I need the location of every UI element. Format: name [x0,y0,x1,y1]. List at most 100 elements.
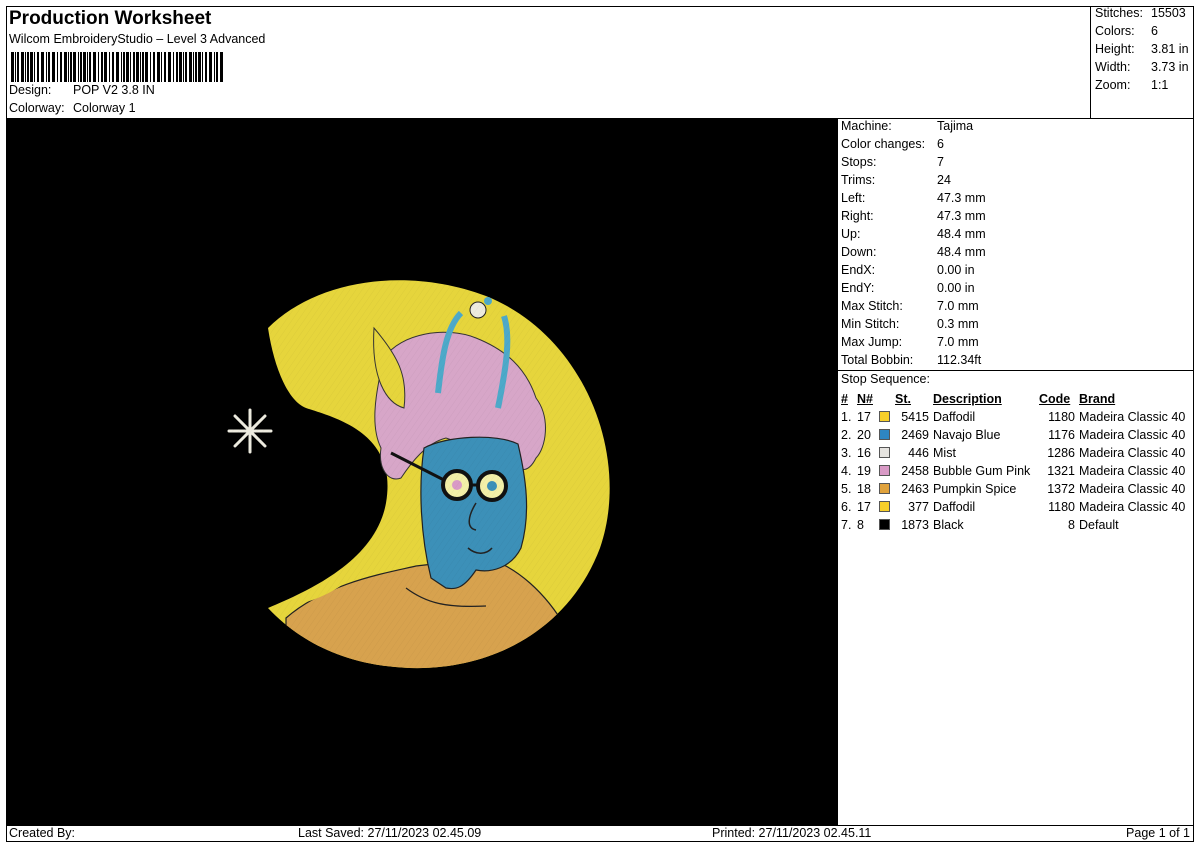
stat-stitches: Stitches: 15503 [1095,6,1186,20]
row-description: Daffodil [933,500,976,514]
colorway-label: Colorway: [9,101,65,115]
colorway-row: Colorway: Colorway 1 [9,101,136,115]
trims-row: Trims: 24 [841,173,951,187]
table-row: 2. 20 2469 Navajo Blue 1176 Madeira Classic 4… [841,426,1193,444]
row-code: 1180 [1048,500,1075,514]
row-num: 2. [841,428,852,442]
row-swatch [879,408,895,426]
row-brand: Madeira Classic 40 [1079,500,1186,514]
stat-height: Height: 3.81 in [1095,42,1189,56]
left-row: Left: 47.3 mm [841,191,986,205]
color-changes-row: Color changes: 6 [841,137,944,151]
row-swatch [879,516,895,534]
row-num: 1. [841,410,852,424]
max-jump-row: Max Jump: 7.0 mm [841,335,979,349]
footer: Created By: Last Saved: 27/11/2023 02.45… [6,825,1194,842]
design-preview [6,118,837,825]
endx-row: EndX: 0.00 in [841,263,975,277]
row-needle: 18 [857,482,871,496]
star-icon [227,408,273,454]
row-code: 1176 [1048,428,1075,442]
right-row: Right: 47.3 mm [841,209,986,223]
table-row: 4. 19 2458 Bubble Gum Pink 1321 Madeira Class… [841,462,1193,480]
row-needle: 17 [857,410,871,424]
table-row: 1. 17 5415 Daffodil 1180 Madeira Classic 40 [841,408,1193,426]
row-num: 5. [841,482,852,496]
row-stitches: 377 [908,500,929,514]
color-swatch-icon [879,465,890,476]
min-stitch-row: Min Stitch: 0.3 mm [841,317,979,331]
page-title: Production Worksheet [9,8,212,29]
row-num: 3. [841,446,852,460]
table-row: 6. 17 377 Daffodil 1180 Madeira Classic 40 [841,498,1193,516]
printed-date: Printed: 27/11/2023 02.45.11 [712,826,872,840]
machine-info-panel: Machine: Tajima Color changes: 6 Stops: 7 T… [837,118,1194,825]
stops-row: Stops: 7 [841,155,944,169]
stat-width: Width: 3.73 in [1095,60,1189,74]
stats-box: Stitches: 15503 Colors: 6 Height: 3.81 in W… [1090,6,1194,118]
row-swatch [879,444,895,462]
row-needle: 19 [857,464,871,478]
row-stitches: 2458 [901,464,929,478]
barcode-icon [11,52,223,82]
row-stitches: 1873 [901,518,929,532]
up-row: Up: 48.4 mm [841,227,986,241]
endy-row: EndY: 0.00 in [841,281,975,295]
color-swatch-icon [879,429,890,440]
stop-sequence-divider [837,370,1194,371]
row-code: 1321 [1047,464,1075,478]
row-stitches: 5415 [901,410,929,424]
row-description: Mist [933,446,956,460]
row-brand: Madeira Classic 40 [1079,428,1186,442]
row-needle: 17 [857,500,871,514]
embroidery-design-image [6,118,837,825]
table-row: 7. 8 1873 Black 8 Default [841,516,1193,534]
row-brand: Madeira Classic 40 [1079,446,1186,460]
antenna-bead [469,301,487,319]
row-brand: Madeira Classic 40 [1079,482,1186,496]
row-num: 7. [841,518,852,532]
row-swatch [879,498,895,516]
row-swatch [879,480,895,498]
design-row: Design: POP V2 3.8 IN [9,83,155,97]
header-st: St. [895,392,911,406]
down-row: Down: 48.4 mm [841,245,986,259]
stat-zoom: Zoom: 1:1 [1095,78,1169,92]
row-swatch [879,462,895,480]
header: Production Worksheet Wilcom EmbroiderySt… [6,6,1090,118]
row-needle: 8 [857,518,864,532]
row-brand: Madeira Classic 40 [1079,464,1186,478]
row-num: 4. [841,464,852,478]
total-bobbin-row: Total Bobbin: 112.34ft [841,353,982,367]
row-description: Pumpkin Spice [933,482,1017,496]
row-description: Bubble Gum Pink [933,464,1031,478]
row-code: 1286 [1047,446,1075,460]
header-n: N# [857,392,873,406]
stop-sequence-title: Stop Sequence: [841,372,930,386]
row-code: 8 [1068,518,1075,532]
header-description: Description [933,392,1002,406]
max-stitch-row: Max Stitch: 7.0 mm [841,299,979,313]
machine-row: Machine: Tajima [841,119,974,133]
created-by: Created By: [9,826,76,840]
row-description: Black [933,518,964,532]
header-num: # [841,392,848,406]
colorway-value: Colorway 1 [73,101,136,115]
software-subtitle: Wilcom EmbroideryStudio – Level 3 Advanc… [9,32,266,46]
color-swatch-icon [879,483,890,494]
row-num: 6. [841,500,852,514]
row-needle: 16 [857,446,871,460]
stat-colors: Colors: 6 [1095,24,1158,38]
color-swatch-icon [879,447,890,458]
color-swatch-icon [879,501,890,512]
table-row: 3. 16 446 Mist 1286 Madeira Classic 40 [841,444,1193,462]
color-swatch-icon [879,519,890,530]
row-stitches: 2463 [901,482,929,496]
header-code: Code [1039,392,1071,406]
design-value: POP V2 3.8 IN [73,83,155,97]
page-number: Page 1 of 1 [1126,826,1190,840]
table-row: 5. 18 2463 Pumpkin Spice 1372 Madeira Classic… [841,480,1193,498]
row-description: Navajo Blue [933,428,1001,442]
row-needle: 20 [857,428,871,442]
row-stitches: 446 [908,446,929,460]
